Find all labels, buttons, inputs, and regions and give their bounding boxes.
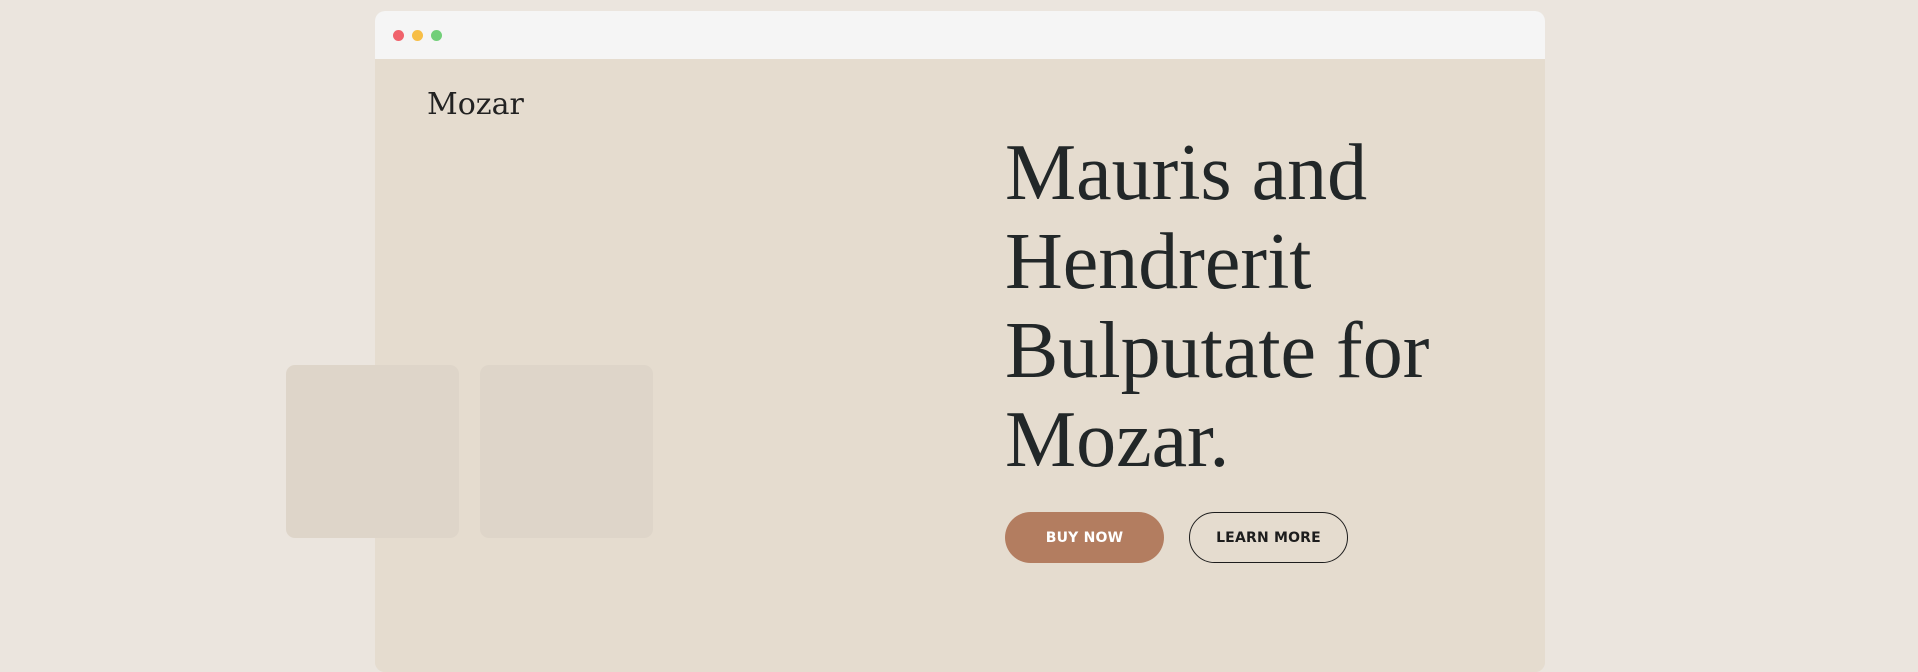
browser-titlebar: [375, 11, 1545, 59]
maximize-window-icon[interactable]: [431, 30, 442, 41]
hero-title-line-2: Hendrerit: [1005, 218, 1312, 306]
browser-window: Mozar Mauris and Hendrerit Bulputate for Mo…: [375, 11, 1545, 672]
learn-more-button[interactable]: LEARN MORE: [1189, 512, 1348, 563]
hero-title-line-4: Mozar.: [1005, 396, 1230, 484]
image-placeholder-tile: [480, 365, 653, 538]
image-placeholder-tile: [286, 365, 459, 538]
hero-title-line-1: Mauris and: [1005, 129, 1368, 217]
site-logo[interactable]: Mozar: [427, 87, 524, 122]
hero-title-line-3: Bulputate for: [1005, 307, 1430, 395]
minimize-window-icon[interactable]: [412, 30, 423, 41]
close-window-icon[interactable]: [393, 30, 404, 41]
hero-title: Mauris and Hendrerit Bulputate for Mozar.: [1005, 129, 1525, 485]
buy-now-button[interactable]: BUY NOW: [1005, 512, 1164, 563]
